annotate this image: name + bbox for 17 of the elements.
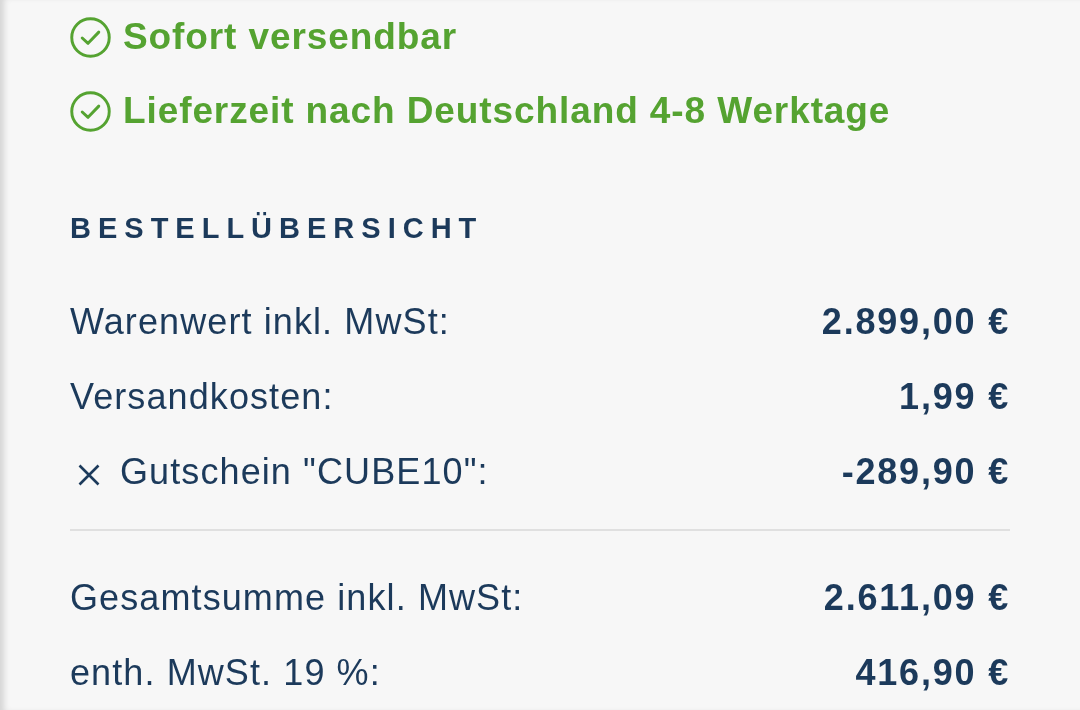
total-amount: 2.611,09 € bbox=[823, 575, 1010, 620]
summary-amount: 2.899,00 € bbox=[821, 299, 1010, 344]
summary-amount: 1,99 € bbox=[899, 374, 1010, 419]
remove-coupon-button[interactable] bbox=[78, 463, 100, 486]
total-label: enth. MwSt. 19 %: bbox=[70, 650, 381, 695]
availability-text: Sofort versendbar bbox=[123, 15, 457, 59]
summary-label: Versandkosten: bbox=[70, 374, 334, 419]
summary-label: Warenwert inkl. MwSt: bbox=[70, 299, 450, 344]
section-heading: BESTELLÜBERSICHT bbox=[70, 211, 485, 246]
close-icon bbox=[78, 463, 100, 486]
total-amount: 416,90 € bbox=[855, 650, 1010, 695]
check-circle-icon bbox=[70, 90, 111, 132]
availability-text: Lieferzeit nach Deutschland 4-8 Werktage bbox=[123, 89, 891, 133]
total-label: Gesamtsumme inkl. MwSt: bbox=[70, 575, 524, 620]
check-circle-icon bbox=[70, 16, 111, 58]
coupon-label: Gutschein "CUBE10": bbox=[120, 449, 489, 494]
coupon-amount: -289,90 € bbox=[841, 449, 1010, 494]
